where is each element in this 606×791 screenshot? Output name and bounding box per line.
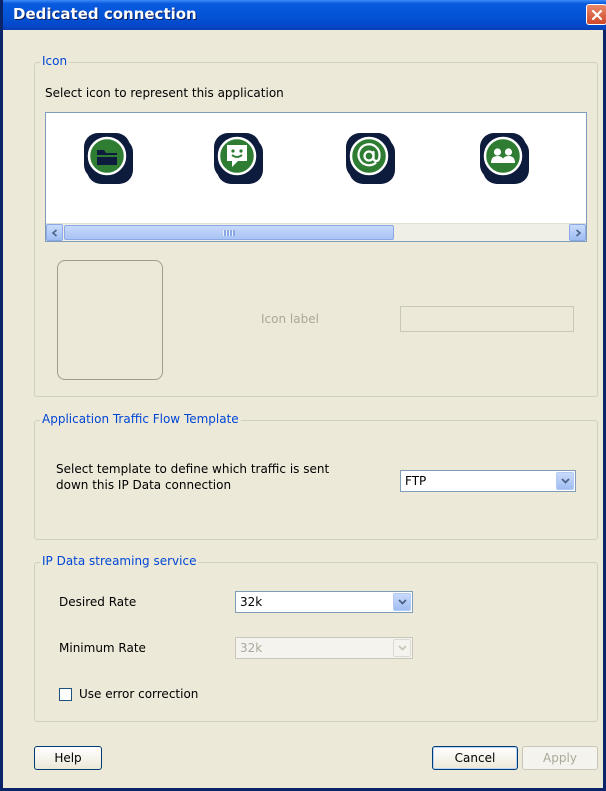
scroll-left-button[interactable] <box>46 224 63 241</box>
chevron-down-icon <box>397 645 407 651</box>
apply-button-label: Apply <box>543 751 577 765</box>
title-bar[interactable]: Dedicated connection <box>3 0 606 30</box>
chevron-left-icon <box>51 228 57 237</box>
icon-instruction: Select icon to represent this applicatio… <box>45 86 284 100</box>
scroll-grip <box>223 230 235 236</box>
desired-rate-dropdown-button[interactable] <box>393 593 411 611</box>
close-button[interactable] <box>586 4 606 25</box>
error-correction-checkbox[interactable] <box>59 688 72 701</box>
minimum-rate-value: 32k <box>240 641 263 655</box>
icon-label-caption: Icon label <box>261 312 319 326</box>
traffic-template-value: FTP <box>405 474 427 488</box>
error-correction-label[interactable]: Use error correction <box>79 687 198 701</box>
apply-button[interactable]: Apply <box>522 746 598 770</box>
email-app-icon[interactable] <box>344 131 400 187</box>
cancel-button-label: Cancel <box>454 751 496 765</box>
streaming-group-legend: IP Data streaming service <box>40 554 199 568</box>
cancel-button[interactable]: Cancel <box>432 746 518 770</box>
chat-app-icon[interactable] <box>212 131 268 187</box>
traffic-instruction-line2: down this IP Data connection <box>56 478 232 492</box>
icon-label-input[interactable] <box>400 306 574 332</box>
contacts-app-icon[interactable] <box>478 131 534 187</box>
scroll-thumb[interactable] <box>64 225 394 240</box>
horizontal-scrollbar[interactable] <box>46 223 586 241</box>
traffic-template-select[interactable]: FTP <box>400 470 576 492</box>
help-button[interactable]: Help <box>34 746 102 770</box>
folder-app-icon[interactable] <box>82 131 138 187</box>
help-button-label: Help <box>54 751 82 765</box>
scroll-right-button[interactable] <box>569 224 586 241</box>
window-title: Dedicated connection <box>13 5 197 23</box>
chevron-right-icon <box>575 228 581 237</box>
traffic-template-dropdown-button[interactable] <box>556 472 574 490</box>
chevron-down-icon <box>560 478 570 484</box>
desired-rate-select[interactable]: 32k <box>235 591 413 613</box>
minimum-rate-label: Minimum Rate <box>59 641 146 655</box>
dialog-window: Dedicated connection Icon Select icon to… <box>0 0 606 791</box>
close-icon <box>591 9 602 20</box>
traffic-group-legend: Application Traffic Flow Template <box>40 412 241 426</box>
icon-selector[interactable] <box>45 112 587 242</box>
desired-rate-value: 32k <box>240 595 263 609</box>
icon-group-legend: Icon <box>40 54 70 68</box>
minimum-rate-dropdown-button <box>393 639 411 657</box>
chevron-down-icon <box>397 599 407 605</box>
desired-rate-label: Desired Rate <box>59 595 137 609</box>
minimum-rate-select: 32k <box>235 637 413 659</box>
icon-preview <box>57 260 163 380</box>
traffic-instruction-line1: Select template to define which traffic … <box>56 462 330 476</box>
